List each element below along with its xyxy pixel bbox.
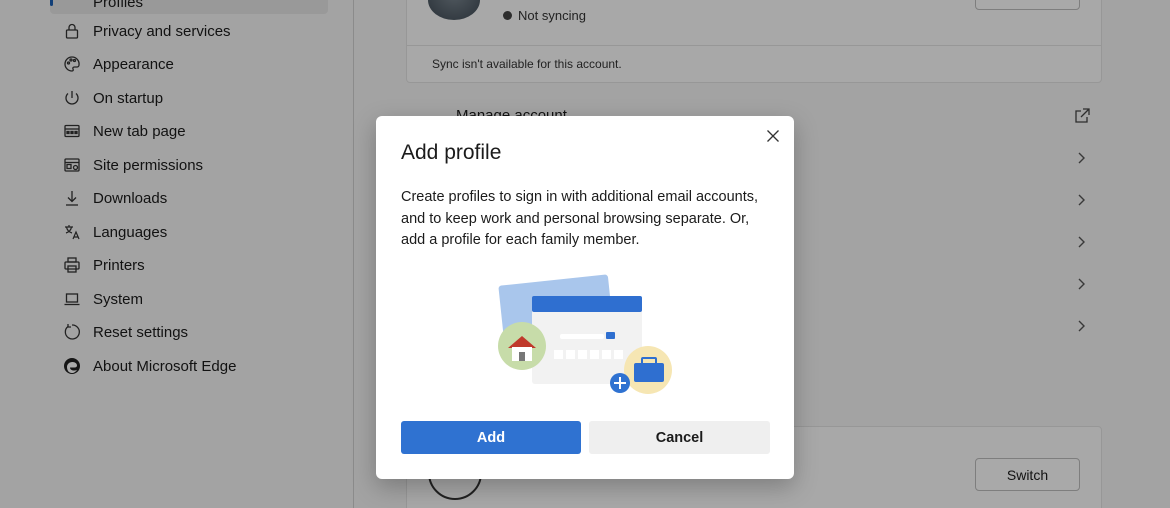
- add-profile-illustration: [498, 274, 672, 394]
- close-button[interactable]: [764, 127, 782, 145]
- dialog-title: Add profile: [401, 141, 502, 164]
- add-button[interactable]: Add: [401, 421, 581, 454]
- dialog-description: Create profiles to sign in with addition…: [401, 189, 759, 248]
- close-icon: [767, 130, 779, 142]
- cancel-button[interactable]: Cancel: [589, 421, 770, 454]
- add-profile-dialog: Add profile Create profiles to sign in w…: [376, 116, 794, 479]
